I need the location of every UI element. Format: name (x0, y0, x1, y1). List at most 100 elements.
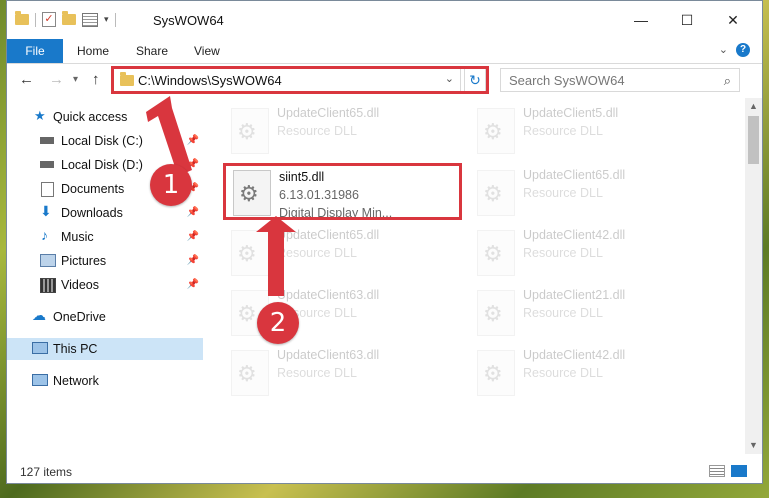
sidebar-item-music[interactable]: ♪ Music 📌 (7, 226, 203, 248)
vertical-scrollbar[interactable]: ▲ ▼ (745, 98, 762, 454)
back-arrow-icon[interactable]: ← (19, 71, 34, 88)
file-item[interactable]: UpdateClient65.dll Resource DLL (231, 226, 461, 284)
sidebar-item-label: Network (53, 374, 99, 388)
dll-file-icon (477, 170, 515, 216)
sidebar-item-videos[interactable]: Videos 📌 (7, 274, 203, 296)
sidebar-item-local-disk-c[interactable]: Local Disk (C:) 📌 (7, 130, 203, 152)
file-name: UpdateClient65.dll (277, 228, 380, 242)
ribbon-tabs: File Home Share View ⌄ ? (7, 39, 762, 64)
file-type: Resource DLL (277, 124, 357, 138)
tab-file[interactable]: File (7, 39, 63, 63)
step-badge-1: 1 (150, 164, 192, 206)
file-name: UpdateClient63.dll (277, 288, 380, 302)
file-type: Resource DLL (523, 306, 603, 320)
sidebar-item-label: Local Disk (C:) (61, 134, 143, 148)
sidebar-item-label: OneDrive (53, 310, 106, 324)
pin-icon[interactable]: 📌 (187, 135, 199, 146)
details-view-icon[interactable] (709, 465, 725, 477)
file-type: Resource DLL (523, 366, 603, 380)
recent-locations-icon[interactable]: ▾ (73, 74, 78, 85)
document-icon (41, 182, 54, 197)
dll-file-icon (477, 350, 515, 396)
navigation-pane: ★ Quick access Local Disk (C:) 📌 Local D… (7, 98, 203, 454)
file-name: UpdateClient21.dll (523, 288, 626, 302)
dll-file-icon (231, 108, 269, 154)
divider (114, 12, 116, 27)
file-highlight-box (223, 163, 462, 220)
drive-icon (40, 161, 54, 168)
divider (35, 12, 36, 27)
file-name: UpdateClient5.dll (523, 106, 619, 120)
drive-icon (40, 137, 54, 144)
tab-share[interactable]: Share (136, 39, 168, 63)
tab-view[interactable]: View (194, 39, 220, 63)
large-icons-view-icon[interactable] (731, 465, 747, 477)
file-item[interactable]: UpdateClient65.dll Resource DLL (231, 104, 461, 162)
close-button[interactable]: ✕ (710, 1, 756, 39)
chevron-down-icon[interactable]: ▾ (104, 14, 109, 25)
sidebar-item-label: Local Disk (D:) (61, 158, 143, 172)
customize-view-icon[interactable] (82, 12, 98, 27)
minimize-button[interactable]: — (618, 1, 664, 39)
folder-icon[interactable] (15, 11, 29, 25)
status-bar: 127 items (7, 461, 762, 483)
star-icon: ★ (34, 108, 46, 123)
up-arrow-icon[interactable]: ↑ (92, 71, 100, 88)
file-name: UpdateClient63.dll (277, 348, 380, 362)
sidebar-item-this-pc[interactable]: This PC (7, 338, 203, 360)
search-icon[interactable]: ⌕ (724, 73, 731, 89)
dll-file-icon (231, 350, 269, 396)
dll-file-icon (477, 290, 515, 336)
dll-file-icon (477, 108, 515, 154)
maximize-button[interactable]: ☐ (664, 1, 710, 39)
pin-icon[interactable]: 📌 (187, 159, 199, 170)
file-type: Resource DLL (277, 366, 357, 380)
scroll-thumb[interactable] (748, 116, 759, 164)
cloud-icon: ☁ (32, 307, 46, 323)
download-icon: ⬇ (40, 203, 52, 219)
sidebar-item-quick-access[interactable]: ★ Quick access (7, 106, 203, 128)
file-item[interactable]: UpdateClient42.dll Resource DLL (477, 346, 707, 404)
scroll-down-icon[interactable]: ▼ (745, 437, 762, 454)
sidebar-item-label: Music (61, 230, 94, 244)
file-item[interactable]: UpdateClient5.dll Resource DLL (477, 104, 707, 162)
quick-access-toolbar: ✓ ▾ (15, 11, 116, 27)
forward-arrow-icon[interactable]: → (49, 71, 64, 88)
properties-check-icon[interactable]: ✓ (42, 12, 56, 27)
navigation-bar: ← → ▾ ↑ C:\Windows\SysWOW64 ⌄ ↻ Search S… (7, 64, 762, 98)
file-item[interactable]: UpdateClient63.dll Resource DLL (231, 346, 461, 404)
sidebar-item-label: Documents (61, 182, 125, 196)
explorer-window: ✓ ▾ SysWOW64 — ☐ ✕ File Home Share View … (6, 0, 763, 484)
new-folder-icon[interactable] (62, 11, 76, 25)
file-type: Resource DLL (523, 246, 603, 260)
sidebar-item-label: Quick access (53, 110, 128, 124)
scroll-up-icon[interactable]: ▲ (745, 98, 762, 115)
pin-icon[interactable]: 📌 (187, 255, 199, 266)
sidebar-item-network[interactable]: Network (7, 370, 203, 392)
sidebar-item-label: Pictures (61, 254, 107, 268)
search-box[interactable]: Search SysWOW64 ⌕ (500, 68, 740, 92)
file-item[interactable]: UpdateClient21.dll Resource DLL (477, 286, 707, 344)
music-icon: ♪ (41, 227, 48, 243)
sidebar-item-pictures[interactable]: Pictures 📌 (7, 250, 203, 272)
address-highlight-box (111, 66, 489, 94)
computer-icon (32, 342, 48, 354)
sidebar-item-label: Videos (61, 278, 99, 292)
pin-icon[interactable]: 📌 (187, 279, 199, 290)
file-type: Resource DLL (523, 186, 603, 200)
search-input[interactable]: Search SysWOW64 (509, 73, 625, 88)
expand-ribbon-icon[interactable]: ⌄ (719, 43, 728, 56)
file-name: UpdateClient65.dll (277, 106, 380, 120)
sidebar-item-label: This PC (53, 342, 98, 356)
sidebar-item-label: Downloads (61, 206, 123, 220)
dll-file-icon (231, 230, 269, 276)
pin-icon[interactable]: 📌 (187, 231, 199, 242)
sidebar-item-onedrive[interactable]: ☁ OneDrive (7, 306, 203, 328)
dll-file-icon (477, 230, 515, 276)
tab-home[interactable]: Home (77, 39, 109, 63)
file-item[interactable]: UpdateClient42.dll Resource DLL (477, 226, 707, 284)
file-name: UpdateClient42.dll (523, 228, 626, 242)
pin-icon[interactable]: 📌 (187, 207, 199, 218)
help-icon[interactable]: ? (736, 43, 750, 57)
file-item[interactable]: UpdateClient65.dll Resource DLL (477, 166, 707, 224)
